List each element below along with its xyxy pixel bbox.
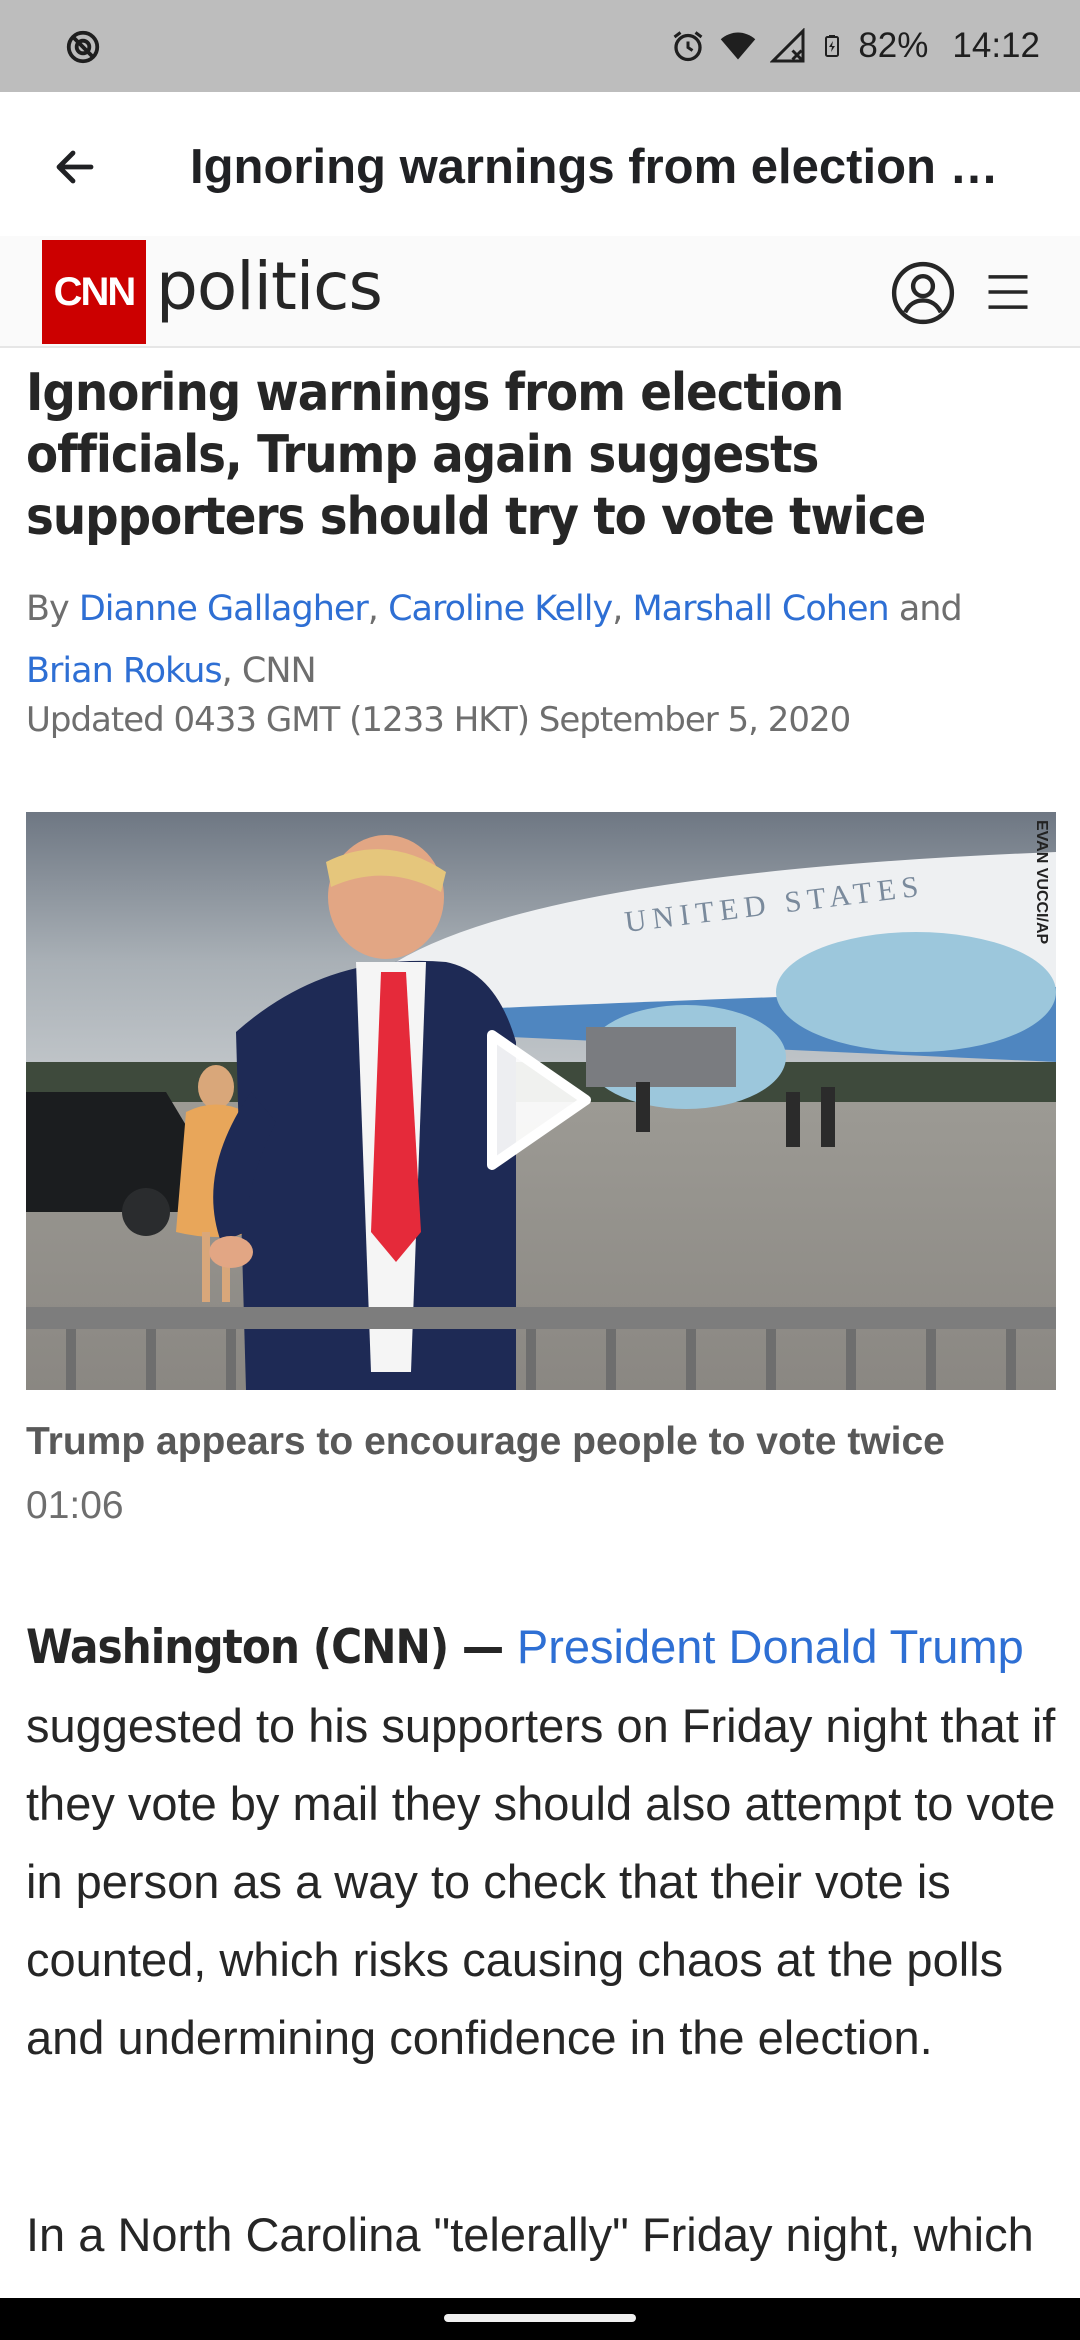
arrow-left-icon bbox=[56, 150, 94, 184]
video-duration: 01:06 bbox=[26, 1484, 124, 1527]
app-bar: Ignoring warnings from election … bbox=[0, 92, 1080, 236]
wifi-icon bbox=[721, 32, 756, 60]
home-gesture-bar[interactable] bbox=[444, 2314, 636, 2322]
article-headline: Ignoring warnings from election official… bbox=[26, 363, 926, 547]
battery-percentage: 82% bbox=[858, 26, 929, 65]
dateline: Washington (CNN) — bbox=[26, 1620, 517, 1675]
byline-separator: , bbox=[367, 589, 389, 629]
cnn-logo[interactable]: CNN bbox=[42, 240, 146, 344]
byline-and: and bbox=[888, 589, 963, 629]
article-paragraph: In a North Carolina "telerally" Friday n… bbox=[26, 2208, 1034, 2261]
battery-icon bbox=[825, 35, 840, 57]
clock: 14:12 bbox=[952, 26, 1040, 65]
author-link[interactable]: Marshall Cohen bbox=[632, 589, 889, 629]
byline-suffix: , CNN bbox=[221, 651, 317, 691]
author-link[interactable]: Caroline Kelly bbox=[388, 589, 613, 629]
user-account-icon[interactable] bbox=[890, 260, 956, 326]
byline-prefix: By bbox=[26, 589, 79, 629]
hamburger-menu-icon[interactable] bbox=[982, 266, 1034, 318]
byline-separator: , bbox=[612, 589, 633, 629]
back-button[interactable] bbox=[40, 132, 110, 202]
alarm-icon bbox=[673, 31, 703, 62]
video-caption: Trump appears to encourage people to vot… bbox=[26, 1420, 945, 1463]
site-header: CNN politics bbox=[0, 236, 1080, 348]
video-player[interactable]: UNITED STATES EVAN VUCCI/AP bbox=[26, 812, 1056, 1390]
updated-timestamp: Updated 0433 GMT (1233 HKT) September 5,… bbox=[26, 700, 851, 740]
photo-credit: EVAN VUCCI/AP bbox=[1033, 820, 1050, 945]
inline-link[interactable]: President Donald Trump bbox=[517, 1620, 1024, 1673]
status-bar: 82% 14:12 bbox=[0, 0, 1080, 92]
author-link[interactable]: Dianne Gallagher bbox=[79, 589, 369, 629]
system-navigation-bar bbox=[0, 2298, 1080, 2340]
author-link[interactable]: Brian Rokus bbox=[26, 651, 223, 691]
section-name[interactable]: politics bbox=[156, 248, 383, 325]
byline: By Dianne Gallagher, Caroline Kelly, Mar… bbox=[26, 578, 1056, 702]
do-not-disturb-icon bbox=[66, 30, 100, 64]
page-title: Ignoring warnings from election … bbox=[190, 140, 999, 194]
article-paragraph: Washington (CNN) — President Donald Trum… bbox=[26, 1608, 1056, 2077]
paragraph-text: suggested to his supporters on Friday ni… bbox=[26, 1699, 1056, 2064]
cnn-logo-text: CNN bbox=[53, 269, 137, 314]
play-icon[interactable] bbox=[484, 1025, 594, 1175]
signal-icon bbox=[770, 28, 805, 63]
